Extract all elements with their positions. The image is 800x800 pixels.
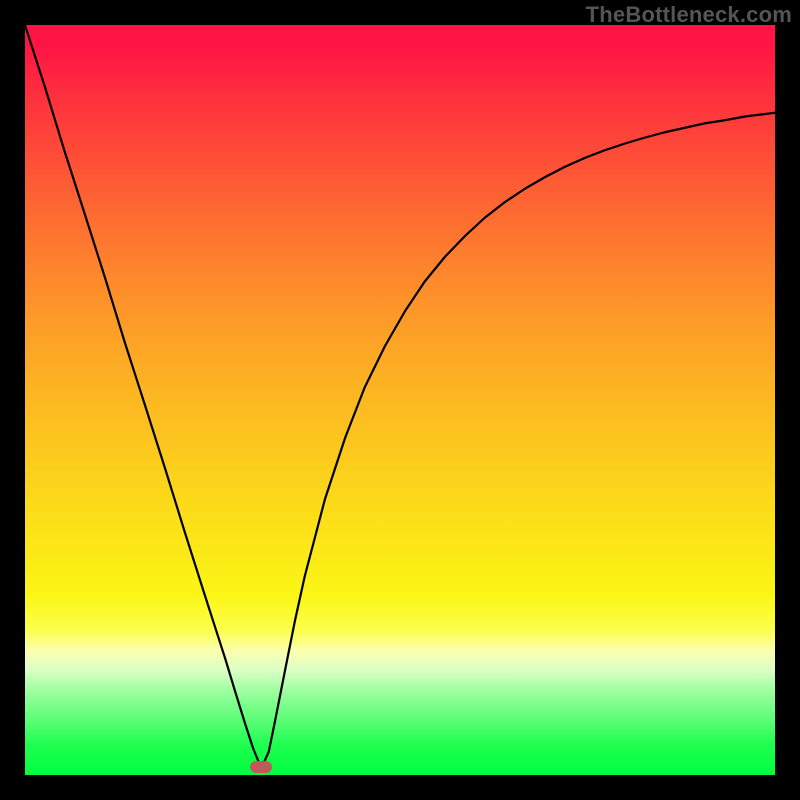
watermark-text: TheBottleneck.com <box>586 2 792 28</box>
chart-frame: TheBottleneck.com <box>0 0 800 800</box>
plot-area <box>25 25 775 775</box>
bottleneck-curve <box>25 25 775 775</box>
minimum-marker <box>250 761 272 773</box>
